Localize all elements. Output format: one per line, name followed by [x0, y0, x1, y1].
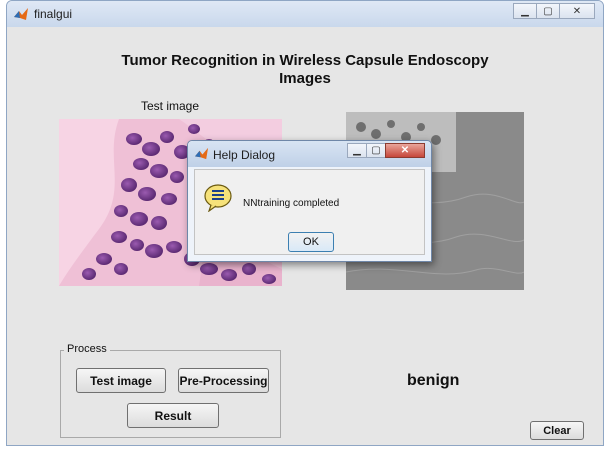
dialog-titlebar[interactable]: Help Dialog ▁ ▢ ✕	[188, 141, 431, 167]
close-icon: ✕	[572, 5, 582, 17]
test-image-button[interactable]: Test image	[76, 368, 166, 393]
window-controls: ▁ ▢ ✕	[513, 3, 595, 19]
dialog-title: Help Dialog	[213, 148, 276, 162]
clear-button[interactable]: Clear	[530, 421, 584, 440]
matlab-icon	[14, 8, 28, 20]
gui-title-line1: Tumor Recognition in Wireless Capsule En…	[121, 52, 489, 69]
minimize-button[interactable]: ▁	[513, 3, 537, 19]
matlab-icon	[194, 147, 209, 160]
close-button[interactable]: ✕	[559, 3, 595, 19]
minimize-icon: ▁	[521, 5, 529, 17]
dialog-close-button[interactable]: ✕	[385, 143, 425, 158]
result-text: benign	[407, 372, 460, 389]
help-info-icon	[204, 184, 232, 212]
help-dialog: Help Dialog ▁ ▢ ✕ NNtraining completed O…	[187, 140, 432, 262]
pre-processing-button[interactable]: Pre-Processing	[178, 368, 269, 393]
ok-button[interactable]: OK	[288, 232, 334, 252]
gui-title-line2: Images	[279, 70, 331, 87]
dialog-body: NNtraining completed OK	[194, 169, 425, 255]
restore-button[interactable]: ▢	[536, 3, 560, 19]
restore-icon: ▢	[371, 145, 381, 156]
close-icon: ✕	[400, 145, 410, 156]
window-titlebar[interactable]: finalgui ▁ ▢ ✕	[7, 1, 603, 28]
minimize-icon: ▁	[353, 145, 361, 156]
gui-title: Tumor Recognition in Wireless Capsule En…	[7, 52, 603, 88]
restore-icon: ▢	[543, 5, 553, 17]
result-button[interactable]: Result	[127, 403, 219, 428]
test-image-label: Test image	[141, 99, 200, 113]
dialog-message: NNtraining completed	[243, 198, 340, 209]
dialog-controls: ▁ ▢ ✕	[347, 143, 425, 158]
window-title: finalgui	[34, 7, 73, 21]
dialog-minimize-button[interactable]: ▁	[347, 143, 367, 158]
dialog-restore-button[interactable]: ▢	[366, 143, 386, 158]
process-group-label: Process	[64, 343, 110, 355]
